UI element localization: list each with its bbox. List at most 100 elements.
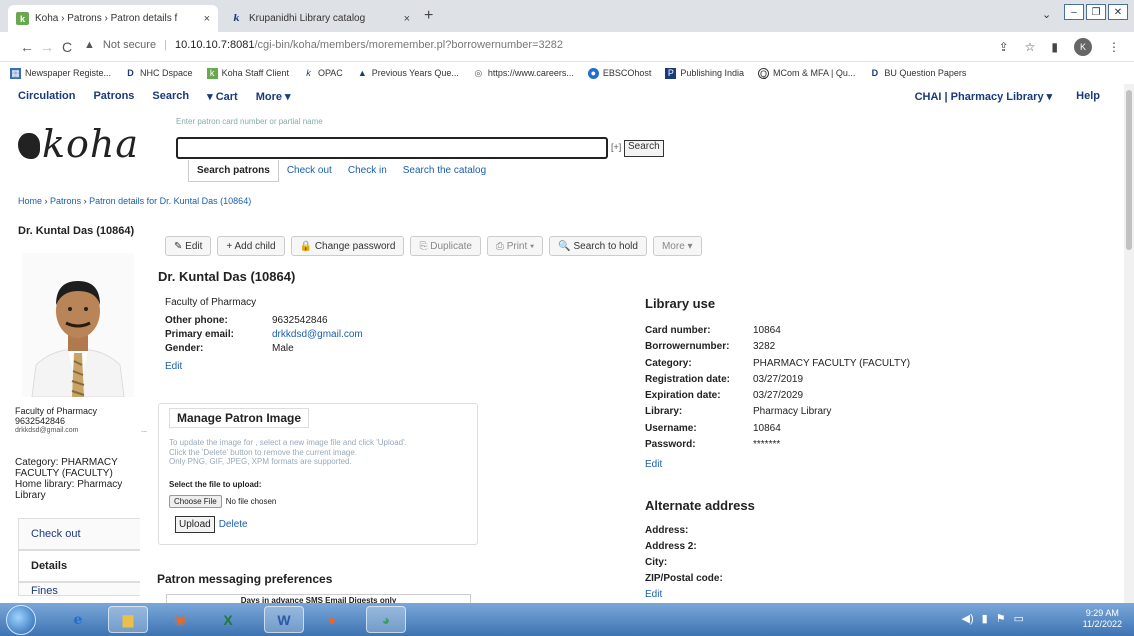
windows-taskbar: e ▆ ◉ X W ● ◕ ◀) ▮ ⚑ ▭ 9:29 AM 11/2/2022	[0, 603, 1134, 636]
username-value: 10864	[753, 422, 781, 434]
clock-time: 9:29 AM	[1085, 608, 1119, 618]
tab-check-in[interactable]: Check in	[340, 160, 395, 182]
sidebar-category: Category: PHARMACY FACULTY (FACULTY)	[15, 457, 118, 479]
tab-title: Krupanidhi Library catalog	[249, 13, 366, 24]
edit-library-use-link[interactable]: Edit	[645, 457, 910, 473]
sidebar-item-details[interactable]: Details	[18, 550, 140, 582]
word-icon[interactable]: W	[264, 606, 304, 633]
profile-avatar[interactable]: K	[1074, 38, 1092, 56]
search-to-hold-button[interactable]: 🔍 Search to hold	[549, 236, 647, 256]
scrollbar-thumb[interactable]	[1126, 90, 1132, 250]
koha-logo[interactable]: koha	[18, 122, 139, 166]
patron-search-input[interactable]	[176, 137, 608, 159]
bookmark-nhc-dspace[interactable]: D NHC Dspace	[125, 68, 192, 79]
battery-icon[interactable]: ▭	[1014, 612, 1024, 625]
tab-library-catalog[interactable]: k Krupanidhi Library catalog ×	[222, 5, 418, 32]
url-field[interactable]: ▲ Not secure | 10.10.10.7:8081/cgi-bin/k…	[84, 39, 563, 51]
forward-arrow-icon[interactable]: →	[40, 39, 54, 55]
manage-image-instructions: To update the image for , select a new i…	[169, 438, 407, 466]
nav-circulation[interactable]: Circulation	[18, 90, 75, 103]
sidebar-item-fines[interactable]: Fines	[18, 582, 140, 596]
print-button[interactable]: ⎙ Print ▾	[486, 236, 544, 256]
bookmark-careers[interactable]: ◎ https://www.careers...	[473, 68, 573, 79]
library-use-row: Category: PHARMACY FACULTY (FACULTY)	[645, 356, 910, 372]
bookmark-opac[interactable]: k OPAC	[303, 68, 343, 79]
tab-search-chevron-icon[interactable]: ⌄	[1042, 8, 1051, 21]
new-tab-button[interactable]: +	[424, 7, 433, 25]
nav-more[interactable]: More ▾	[256, 90, 291, 103]
sidebar-item-check-out[interactable]: Check out	[18, 518, 140, 550]
library-use-row: Expiration date: 03/27/2029	[645, 388, 910, 404]
primary-email-link[interactable]: drkkdsd@gmail.com	[272, 328, 363, 342]
minimize-button[interactable]: –	[1064, 4, 1084, 20]
nav-patrons[interactable]: Patrons	[93, 90, 134, 103]
search-button[interactable]: Search	[624, 140, 664, 157]
bookmark-bu-question-papers[interactable]: D BU Question Papers	[869, 67, 967, 79]
koha-top-nav: Circulation Patrons Search ▾ Cart More ▾…	[0, 84, 1134, 106]
file-explorer-icon[interactable]: ▆	[108, 606, 148, 633]
d-icon: D	[871, 67, 879, 78]
nav-cart[interactable]: ▾ Cart	[207, 90, 238, 103]
alternate-address-list: Address: Address 2: City: ZIP/Postal cod…	[645, 523, 723, 597]
more-button[interactable]: More ▾	[652, 236, 702, 256]
close-tab-icon[interactable]: ×	[204, 13, 210, 25]
borrowernumber-value: 3282	[753, 341, 776, 353]
breadcrumb-home[interactable]: Home	[18, 196, 42, 206]
change-password-button[interactable]: 🔒 Change password	[290, 236, 405, 256]
edit-details-link[interactable]: Edit	[165, 360, 363, 374]
manage-image-title[interactable]: Manage Patron Image	[169, 408, 310, 428]
share-icon[interactable]: ⇪	[999, 40, 1009, 54]
bookmark-ebscohost[interactable]: ● EBSCOhost	[587, 67, 651, 79]
add-child-button[interactable]: + Add child	[217, 236, 285, 256]
k-favicon-icon: k	[233, 13, 240, 24]
tab-check-out[interactable]: Check out	[279, 160, 340, 182]
menu-kebab-icon[interactable]: ⋮	[1108, 40, 1120, 54]
outlook-icon[interactable]: ◉	[160, 606, 200, 633]
sidebar-email[interactable]: drkkdsd@gmail.com	[15, 426, 79, 436]
page-scrollbar[interactable]	[1124, 84, 1134, 603]
bookmark-koha-staff[interactable]: k Koha Staff Client	[206, 67, 289, 79]
choose-file-button[interactable]: Choose File	[169, 495, 222, 508]
tab-koha-patron-details[interactable]: k Koha › Patrons › Patron details f ×	[8, 5, 218, 32]
edit-alternate-address-link[interactable]: Edit	[645, 587, 723, 597]
library-use-row: Library: Pharmacy Library	[645, 404, 910, 420]
tab-search-patrons[interactable]: Search patrons	[188, 160, 279, 182]
bookmark-previous-years[interactable]: ▲ Previous Years Que...	[357, 68, 459, 79]
bookmark-mcom-mfa[interactable]: Q MCom & MFA | Qu...	[757, 67, 855, 79]
reload-icon[interactable]: C	[62, 39, 72, 55]
library-use-row: Registration date: 03/27/2019	[645, 372, 910, 388]
search-tabs: Search patrons Check out Check in Search…	[188, 160, 494, 182]
bookmark-star-icon[interactable]: ☆	[1025, 40, 1036, 54]
start-button[interactable]	[6, 605, 36, 635]
close-tab-icon[interactable]: ×	[404, 13, 410, 25]
delete-button[interactable]: Delete	[219, 519, 248, 530]
breadcrumb-patrons[interactable]: Patrons	[50, 196, 81, 206]
nav-help[interactable]: Help	[1076, 90, 1100, 103]
library-selector[interactable]: CHAI | Pharmacy Library ▾	[915, 90, 1053, 103]
internet-explorer-icon[interactable]: e	[58, 606, 98, 633]
bookmark-publishing-india[interactable]: P Publishing India	[665, 67, 744, 79]
url-path: /cgi-bin/koha/members/moremember.pl?borr…	[254, 39, 563, 51]
breadcrumb: Home › Patrons › Patron details for Dr. …	[18, 196, 252, 206]
volume-icon[interactable]: ◀)	[962, 612, 974, 625]
maximize-button[interactable]: ❐	[1086, 4, 1106, 20]
back-arrow-icon[interactable]: ←	[20, 39, 34, 55]
tab-search-catalog[interactable]: Search the catalog	[395, 160, 494, 182]
flag-icon[interactable]: ⚑	[996, 612, 1006, 625]
duplicate-button[interactable]: ⎘ Duplicate	[410, 236, 481, 256]
breadcrumb-current[interactable]: Patron details for Dr. Kuntal Das (10864…	[89, 196, 251, 206]
sidebar-contact: Faculty of Pharmacy 9632542846 drkkdsd@g…	[15, 406, 147, 436]
chrome-icon[interactable]: ◕	[366, 606, 406, 633]
close-window-button[interactable]: ✕	[1108, 4, 1128, 20]
excel-icon[interactable]: X	[208, 606, 248, 633]
bookmark-newspaper[interactable]: ▦ Newspaper Registe...	[10, 67, 111, 79]
search-expand-toggle[interactable]: [+]	[611, 142, 621, 152]
upload-button[interactable]: Upload	[175, 516, 215, 533]
nav-search[interactable]: Search	[152, 90, 189, 103]
edit-button[interactable]: ✎ Edit	[165, 236, 212, 256]
firefox-icon[interactable]: ●	[312, 606, 352, 633]
side-panel-icon[interactable]: ▮	[1051, 40, 1058, 54]
system-clock[interactable]: 9:29 AM 11/2/2022	[1083, 608, 1122, 630]
network-icon[interactable]: ▮	[982, 612, 988, 625]
warning-icon[interactable]: ▲	[84, 39, 95, 51]
